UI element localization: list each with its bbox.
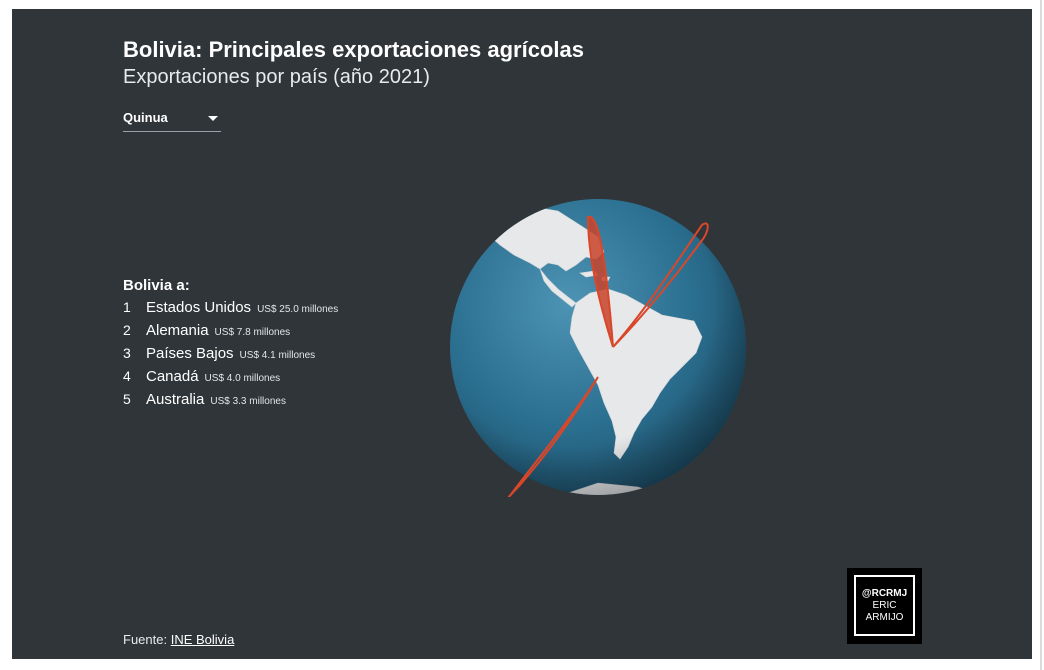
ranking-country: Canadá [146,368,199,385]
ranking-item: 1 Estados Unidos US$ 25.0 millones [123,299,338,322]
caret-down-icon [208,116,218,121]
ranking-value: US$ 4.0 millones [204,373,281,384]
ranking-heading: Bolivia a: [123,277,190,294]
ranking-number: 3 [123,345,131,361]
source-link[interactable]: INE Bolivia [171,632,235,647]
page-edge [1040,0,1042,670]
logo-handle: @RCRMJ [861,587,908,599]
ranking-number: 2 [123,322,131,338]
ranking-number: 5 [123,391,131,407]
author-logo: @RCRMJ ERIC ARMIJO [847,568,922,644]
ranking-country: Estados Unidos [146,299,252,316]
logo-last-name: ARMIJO [865,611,904,623]
ranking-number: 1 [123,299,131,315]
ranking-item: 2 Alemania US$ 7.8 millones [123,322,338,345]
ranking-value: US$ 4.1 millones [239,350,316,361]
ranking-item: 5 Australia US$ 3.3 millones [123,391,338,414]
ranking-item: 4 Canadá US$ 4.0 millones [123,368,338,391]
source-footer: Fuente: INE Bolivia [123,632,234,647]
page-title: Bolivia: Principales exportaciones agríc… [123,37,584,62]
page-subtitle: Exportaciones por país (año 2021) [123,66,430,88]
product-select-value: Quinua [123,110,168,125]
ranking-number: 4 [123,368,131,384]
source-label: Fuente: [123,632,168,647]
globe-map[interactable] [448,197,748,497]
ranking-value: US$ 25.0 millones [257,304,339,315]
ranking-value: US$ 3.3 millones [210,396,286,407]
logo-box: @RCRMJ ERIC ARMIJO [854,575,915,636]
ranking-country: Australia [146,391,205,408]
ranking-country: Alemania [146,322,209,339]
visualization-panel: Bolivia: Principales exportaciones agríc… [12,9,1032,659]
ranking-item: 3 Países Bajos US$ 4.1 millones [123,345,338,368]
ranking-value: US$ 7.8 millones [214,327,291,338]
logo-first-name: ERIC [872,599,897,611]
ranking-list: 1 Estados Unidos US$ 25.0 millones 2 Ale… [123,299,338,414]
ranking-country: Países Bajos [146,345,234,362]
product-select[interactable]: Quinua [123,107,221,132]
